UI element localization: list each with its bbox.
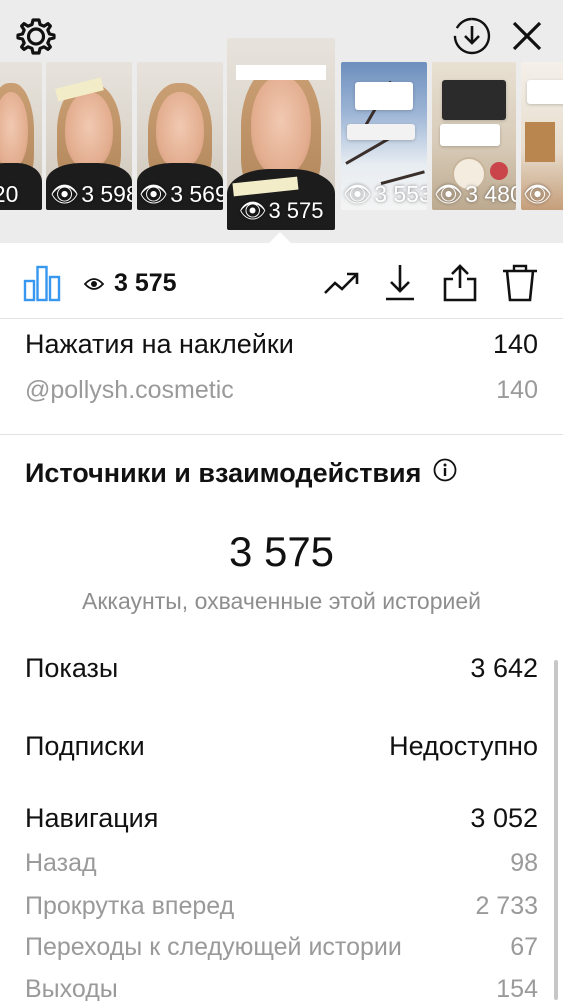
views-summary: 3 575 <box>83 267 177 299</box>
story-thumbnail[interactable]: 720 <box>0 62 42 210</box>
story-thumbnail[interactable]: 👁︎3 598 <box>46 62 132 210</box>
scrollbar[interactable] <box>554 660 558 1000</box>
story-views-count: 720 <box>0 181 19 207</box>
follows-row: Подписки Недоступно <box>25 731 538 762</box>
close-icon[interactable] <box>505 14 549 58</box>
eye-icon <box>83 269 105 298</box>
story-thumbnail[interactable]: 👁︎ <box>521 62 563 210</box>
nav-back-label: Назад <box>25 849 97 877</box>
eye-icon: 👁︎ <box>523 181 553 207</box>
eye-icon: 👁︎ <box>343 181 373 207</box>
nav-next-story-label: Переходы к следующей истории <box>25 933 402 961</box>
navigation-row: Навигация 3 052 <box>25 803 538 834</box>
eye-icon: 👁︎ <box>238 198 267 223</box>
download-circle-icon[interactable] <box>450 14 494 58</box>
trend-icon[interactable] <box>322 263 362 303</box>
story-views-count: 3 575 <box>268 198 324 223</box>
navigation-label: Навигация <box>25 803 159 833</box>
impressions-label: Показы <box>25 653 119 683</box>
stories-carousel-area: 720 👁︎3 598 👁︎3 569 👁︎3 575 <box>0 0 563 244</box>
navigation-item-row: Выходы 154 <box>25 975 538 1001</box>
nav-exits-label: Выходы <box>25 975 118 1001</box>
follows-value: Недоступно <box>389 731 538 761</box>
navigation-item-row: Назад 98 <box>25 849 538 878</box>
insights-icon[interactable] <box>22 263 62 303</box>
sources-title: Источники и взаимодействия <box>25 458 422 488</box>
sticker-mention-label: @pollysh.cosmetic <box>25 376 234 404</box>
nav-back-value: 98 <box>510 849 538 877</box>
story-insights-screen: 720 👁︎3 598 👁︎3 569 👁︎3 575 <box>0 0 563 1001</box>
download-icon[interactable] <box>380 263 420 303</box>
views-count: 3 575 <box>114 268 177 297</box>
reach-number: 3 575 <box>228 528 335 575</box>
reach-caption: Аккаунты, охваченные этой историей <box>82 588 481 614</box>
eye-icon: 👁︎ <box>139 181 169 207</box>
nav-forward-value: 2 733 <box>475 892 538 920</box>
story-views-count: 3 598 <box>81 181 132 207</box>
info-icon[interactable] <box>433 458 457 489</box>
nav-forward-label: Прокрутка вперед <box>25 892 235 920</box>
navigation-item-row: Переходы к следующей истории 67 <box>25 933 538 962</box>
gear-icon[interactable] <box>16 16 56 56</box>
share-icon[interactable] <box>440 263 480 303</box>
eye-icon: 👁︎ <box>434 181 464 207</box>
nav-next-story-value: 67 <box>510 933 538 961</box>
story-views-count: 3 569 <box>170 181 223 207</box>
story-thumbnail[interactable]: 👁︎3 480 <box>432 62 516 210</box>
follows-label: Подписки <box>25 731 145 761</box>
sticker-taps-row: Нажатия на наклейки 140 <box>25 329 538 360</box>
story-views-count: 3 480 <box>465 181 516 207</box>
divider <box>0 434 563 435</box>
navigation-item-row: Прокрутка вперед 2 733 <box>25 892 538 921</box>
sticker-taps-value: 140 <box>492 329 538 359</box>
sticker-mention-value: 140 <box>496 376 538 404</box>
nav-exits-value: 154 <box>496 975 538 1001</box>
navigation-value: 3 052 <box>470 803 538 833</box>
story-thumbnail[interactable]: 👁︎ 3 553 <box>341 62 427 210</box>
trash-icon[interactable] <box>500 263 540 303</box>
story-thumbnail-selected[interactable]: 👁︎ 3 575 <box>227 38 335 230</box>
sticker-item-row: @pollysh.cosmetic 140 <box>25 376 538 405</box>
story-views-count: 3 553 <box>374 181 427 207</box>
eye-icon: 👁︎ <box>50 181 80 207</box>
sticker-taps-label: Нажатия на наклейки <box>25 329 294 359</box>
story-action-bar: 3 575 <box>0 243 563 319</box>
impressions-value: 3 642 <box>470 653 538 683</box>
impressions-row: Показы 3 642 <box>25 653 538 684</box>
section-title: Источники и взаимодействия <box>25 458 457 489</box>
story-thumbnail-strip[interactable]: 720 👁︎3 598 👁︎3 569 👁︎3 575 <box>0 38 563 242</box>
story-thumbnail[interactable]: 👁︎ 3 569 <box>137 62 223 210</box>
